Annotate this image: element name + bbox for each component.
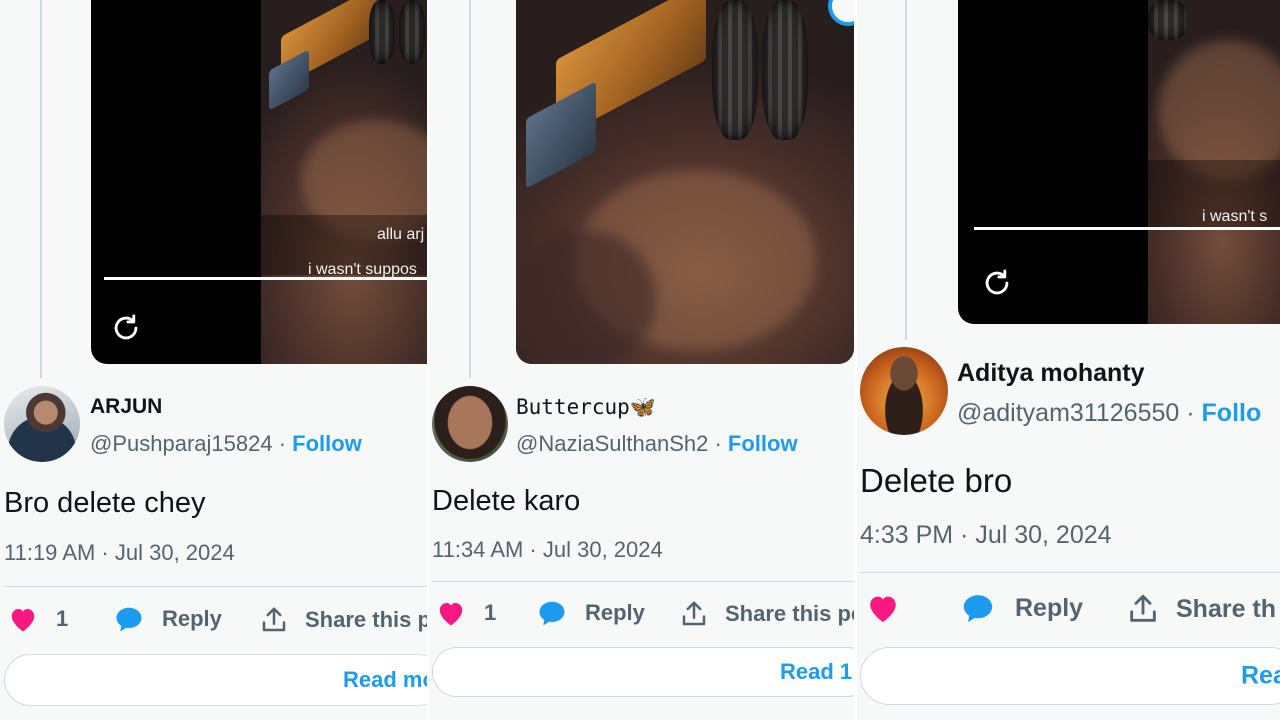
share-icon xyxy=(682,601,706,626)
follow-link[interactable]: Follo xyxy=(1202,399,1262,427)
reply-button[interactable]: Reply xyxy=(537,599,645,627)
heart-icon xyxy=(870,596,896,623)
author-handle-row: @Pushparaj15824 · Follow xyxy=(90,431,362,457)
replay-icon[interactable] xyxy=(980,266,1014,300)
author-handle-row: @NaziaSulthanSh2 · Follow xyxy=(516,431,798,457)
video-player[interactable]: i wasn't s xyxy=(958,0,1280,324)
reply-label: Reply xyxy=(1015,593,1084,622)
video-progress-bar[interactable] xyxy=(974,227,1280,230)
video-frame xyxy=(516,0,854,364)
reply-label: Reply xyxy=(162,606,222,631)
author-handle-row: @adityam31126550 · Follo xyxy=(957,399,1261,428)
avatar[interactable] xyxy=(4,386,80,462)
tweet-timestamp[interactable]: 4:33 PM · Jul 30, 2024 xyxy=(860,521,1112,550)
share-icon xyxy=(1130,594,1156,622)
read-more-label: Read mo xyxy=(343,667,427,692)
share-button[interactable]: Share this p xyxy=(259,605,427,635)
author-name[interactable]: ARJUN xyxy=(90,395,162,419)
read-more-button[interactable]: Rea xyxy=(860,647,1280,705)
reply-panel-buttercup: Buttercup🦋 @NaziaSulthanSh2 · Follow Del… xyxy=(427,0,854,720)
follow-link[interactable]: Follow xyxy=(292,431,362,456)
video-frame xyxy=(1148,0,1280,324)
video-progress-bar[interactable] xyxy=(104,277,427,280)
heart-icon xyxy=(439,603,463,626)
share-button[interactable]: Share th xyxy=(1126,592,1276,626)
like-button[interactable]: 1 xyxy=(436,599,496,627)
share-icon xyxy=(262,607,286,632)
thread-line xyxy=(40,0,42,378)
read-more-label: Read 1 xyxy=(780,659,853,684)
read-more-label: Rea xyxy=(1241,661,1280,690)
replay-icon[interactable] xyxy=(109,311,143,345)
author-name[interactable]: Buttercup🦋 xyxy=(516,395,656,420)
heart-icon xyxy=(11,609,35,632)
avatar[interactable] xyxy=(432,386,508,462)
share-label: Share this po xyxy=(725,601,854,626)
separator-dot: · xyxy=(714,431,722,456)
thread-line xyxy=(469,0,471,378)
author-handle[interactable]: @adityam31126550 xyxy=(957,399,1179,427)
share-button[interactable]: Share this po xyxy=(679,599,854,629)
reply-label: Reply xyxy=(585,600,645,625)
video-caption: i wasn't s xyxy=(1202,208,1268,225)
separator-dot: · xyxy=(278,431,287,456)
reply-button[interactable]: Reply xyxy=(961,592,1083,624)
video-caption: allu arj xyxy=(377,226,425,243)
author-handle[interactable]: @NaziaSulthanSh2 xyxy=(516,431,708,456)
reply-panel-aditya: i wasn't s Aditya mohanty @adityam311265… xyxy=(854,0,1280,720)
author-name[interactable]: Aditya mohanty xyxy=(957,359,1145,388)
share-label: Share th xyxy=(1176,594,1277,623)
read-more-button[interactable]: Read mo xyxy=(4,654,427,706)
tweet-timestamp[interactable]: 11:19 AM · Jul 30, 2024 xyxy=(4,540,235,566)
video-player[interactable] xyxy=(516,0,854,364)
tweet-timestamp[interactable]: 11:34 AM · Jul 30, 2024 xyxy=(432,537,663,563)
video-player[interactable]: allu arj i wasn't suppos xyxy=(91,0,427,364)
avatar[interactable] xyxy=(860,347,948,435)
thread-line xyxy=(905,0,907,340)
reply-bubble-icon xyxy=(963,595,993,623)
divider xyxy=(4,586,427,587)
author-handle[interactable]: @Pushparaj15824 xyxy=(90,431,273,456)
read-more-button[interactable]: Read 1 xyxy=(432,647,854,697)
like-count: 1 xyxy=(484,600,497,625)
reply-panel-arjun: allu arj i wasn't suppos ARJUN @Pushpara… xyxy=(0,0,427,720)
reply-button[interactable]: Reply xyxy=(114,605,222,633)
follow-link[interactable]: Follow xyxy=(728,431,798,456)
video-frame xyxy=(261,0,427,364)
share-label: Share this p xyxy=(305,607,427,632)
separator-dot: · xyxy=(1186,399,1195,427)
reply-bubble-icon xyxy=(116,607,142,632)
divider xyxy=(860,572,1280,573)
like-count: 1 xyxy=(56,606,69,631)
like-button[interactable]: 1 xyxy=(8,605,68,633)
tweet-text: Delete bro xyxy=(860,462,1013,499)
tweet-text: Bro delete chey xyxy=(4,487,206,519)
tweet-text: Delete karo xyxy=(432,485,581,517)
divider xyxy=(432,581,854,582)
like-button[interactable] xyxy=(866,592,918,624)
reply-bubble-icon xyxy=(539,601,565,626)
